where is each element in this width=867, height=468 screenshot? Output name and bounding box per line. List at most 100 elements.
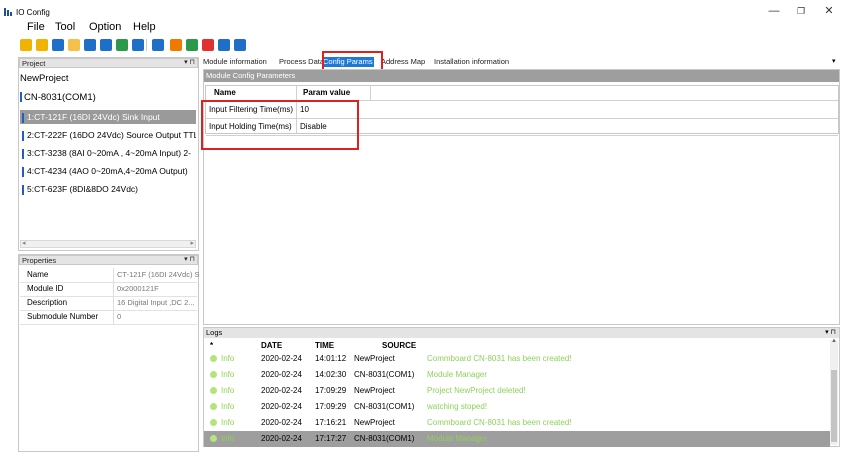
logs-panel: Logs ▾ ⊓ * DATE TIME SOURCE Info 2020-02-… xyxy=(203,327,840,447)
log-date: 2020-02-24 xyxy=(261,434,302,443)
controller-node[interactable]: CN-8031(COM1) xyxy=(20,92,96,103)
info-icon xyxy=(210,419,217,426)
log-column-date[interactable]: DATE xyxy=(261,341,282,350)
menu-file[interactable]: File xyxy=(27,21,45,33)
log-level: Info xyxy=(221,354,235,363)
log-date: 2020-02-24 xyxy=(261,386,302,395)
property-label: Description xyxy=(27,298,68,307)
module-icon xyxy=(22,112,24,123)
log-message: Commboard CN-8031 has been created! xyxy=(427,354,572,363)
tab-installation-information[interactable]: Installation information xyxy=(434,57,509,67)
column-header-param-value[interactable]: Param value xyxy=(303,86,350,100)
status-strip xyxy=(0,452,867,468)
module-icon xyxy=(22,148,24,159)
new-icon[interactable] xyxy=(20,39,32,51)
info-icon xyxy=(210,435,217,442)
log-column-level[interactable]: * xyxy=(210,341,213,350)
column-header-name[interactable]: Name xyxy=(214,86,236,100)
log-vertical-scrollbar[interactable]: ▲ xyxy=(830,338,838,445)
module-label: 2:CT-222F (16DO 24Vdc) Source Output TTL xyxy=(27,130,196,140)
module-item[interactable]: 1:CT-121F (16DI 24Vdc) Sink Input xyxy=(20,110,196,124)
scroll-left-icon[interactable]: ◂ xyxy=(22,239,26,247)
tab-address-map[interactable]: Address Map xyxy=(381,57,425,67)
minimize-button[interactable]: — xyxy=(764,4,784,18)
module-item[interactable]: 2:CT-222F (16DO 24Vdc) Source Output TTL xyxy=(20,128,196,142)
save-icon[interactable] xyxy=(52,39,64,51)
log-row[interactable]: Info 2020-02-24 17:09:29 CN-8031(COM1) watch… xyxy=(204,399,830,415)
info-icon xyxy=(210,371,217,378)
delete-icon[interactable] xyxy=(202,39,214,51)
log-source: NewProject xyxy=(354,354,395,363)
pin-icon[interactable]: ▾ ⊓ xyxy=(184,58,195,68)
module-icon[interactable] xyxy=(100,39,112,51)
menu-option[interactable]: Option xyxy=(89,21,121,33)
import-icon[interactable] xyxy=(68,39,80,51)
project-root[interactable]: NewProject xyxy=(20,73,69,84)
title-bar: IO Config — ❐ ✕ xyxy=(0,0,867,20)
log-date: 2020-02-24 xyxy=(261,402,302,411)
tabs-collapse-icon[interactable]: ▾ xyxy=(832,57,836,65)
module-item[interactable]: 4:CT-4234 (4AO 0~20mA,4~20mA Output) xyxy=(20,164,196,178)
horizontal-scrollbar[interactable]: ◂ ▸ xyxy=(20,240,196,248)
property-value[interactable]: 16 Digital Input ,DC 2... xyxy=(113,296,202,310)
tab-module-information[interactable]: Module information xyxy=(203,57,267,67)
module-item[interactable]: 3:CT-3238 (8AI 0~20mA , 4~20mA Input) 2- xyxy=(20,146,196,160)
close-button[interactable]: ✕ xyxy=(819,4,839,18)
module-icon xyxy=(22,130,24,141)
property-value[interactable]: 0x2000121F xyxy=(113,282,202,296)
menu-tool[interactable]: Tool xyxy=(55,21,75,33)
config-panel-header: Module Config Parameters xyxy=(204,70,839,82)
search-icon[interactable] xyxy=(84,39,96,51)
upload-icon[interactable] xyxy=(186,39,198,51)
log-column-source[interactable]: SOURCE xyxy=(382,341,416,350)
controller-label: CN-8031(COM1) xyxy=(24,92,96,103)
module-item[interactable]: 5:CT-623F (8DI&8DO 24Vdc) xyxy=(20,182,196,196)
module-label: 5:CT-623F (8DI&8DO 24Vdc) xyxy=(27,184,139,194)
info-icon xyxy=(210,387,217,394)
log-time: 17:09:29 xyxy=(315,386,347,395)
log-time: 14:01:12 xyxy=(315,354,347,363)
log-message: Commboard CN-8031 has been created! xyxy=(427,418,572,427)
toolbar xyxy=(20,37,320,53)
maximize-button[interactable]: ❐ xyxy=(791,4,811,18)
info-icon xyxy=(210,403,217,410)
menu-bar: File Tool Option Help xyxy=(0,21,867,36)
pin-icon[interactable]: ▾ ⊓ xyxy=(184,255,195,265)
log-date: 2020-02-24 xyxy=(261,418,302,427)
logs-panel-header: Logs ▾ ⊓ xyxy=(204,328,839,338)
log-date: 2020-02-24 xyxy=(261,370,302,379)
log-source: CN-8031(COM1) xyxy=(354,434,415,443)
log-row[interactable]: Info 2020-02-24 17:09:29 NewProject Project … xyxy=(204,383,830,399)
params-highlight-box xyxy=(201,100,359,150)
property-label: Name xyxy=(27,270,49,279)
log-message: Module Manager xyxy=(427,370,488,379)
log-row[interactable]: Info 2020-02-24 17:17:27 CN-8031(COM1) Modul… xyxy=(204,431,830,447)
pin-icon[interactable]: ▾ ⊓ xyxy=(825,328,836,338)
info-icon[interactable] xyxy=(132,39,144,51)
window-title: IO Config xyxy=(16,8,50,17)
property-label: Submodule Number xyxy=(27,312,99,321)
log-level: Info xyxy=(221,402,235,411)
scroll-right-icon[interactable]: ▸ xyxy=(190,239,194,247)
log-column-time[interactable]: TIME xyxy=(315,341,334,350)
open-folder-icon[interactable] xyxy=(36,39,48,51)
log-source: CN-8031(COM1) xyxy=(354,402,415,411)
compile-icon[interactable] xyxy=(152,39,164,51)
scroll-up-icon[interactable]: ▲ xyxy=(831,338,837,344)
log-row[interactable]: Info 2020-02-24 14:02:30 CN-8031(COM1) Modul… xyxy=(204,367,830,383)
window-icon[interactable] xyxy=(234,39,246,51)
connect-icon[interactable] xyxy=(218,39,230,51)
log-level: Info xyxy=(221,386,235,395)
download-icon[interactable] xyxy=(170,39,182,51)
tab-process-data[interactable]: Process Data xyxy=(279,57,324,67)
log-row[interactable]: Info 2020-02-24 14:01:12 NewProject Commboar… xyxy=(204,351,830,367)
properties-panel: Properties ▾ ⊓ Name CT-121F (16DI 24Vdc) … xyxy=(18,254,202,452)
log-time: 14:02:30 xyxy=(315,370,347,379)
device-icon[interactable] xyxy=(116,39,128,51)
scroll-thumb[interactable] xyxy=(831,370,837,442)
log-row[interactable]: Info 2020-02-24 17:16:21 NewProject Commboar… xyxy=(204,415,830,431)
property-value[interactable]: 0 xyxy=(113,310,202,324)
log-level: Info xyxy=(221,434,235,443)
property-value[interactable]: CT-121F (16DI 24Vdc) S xyxy=(113,268,202,282)
menu-help[interactable]: Help xyxy=(133,21,156,33)
